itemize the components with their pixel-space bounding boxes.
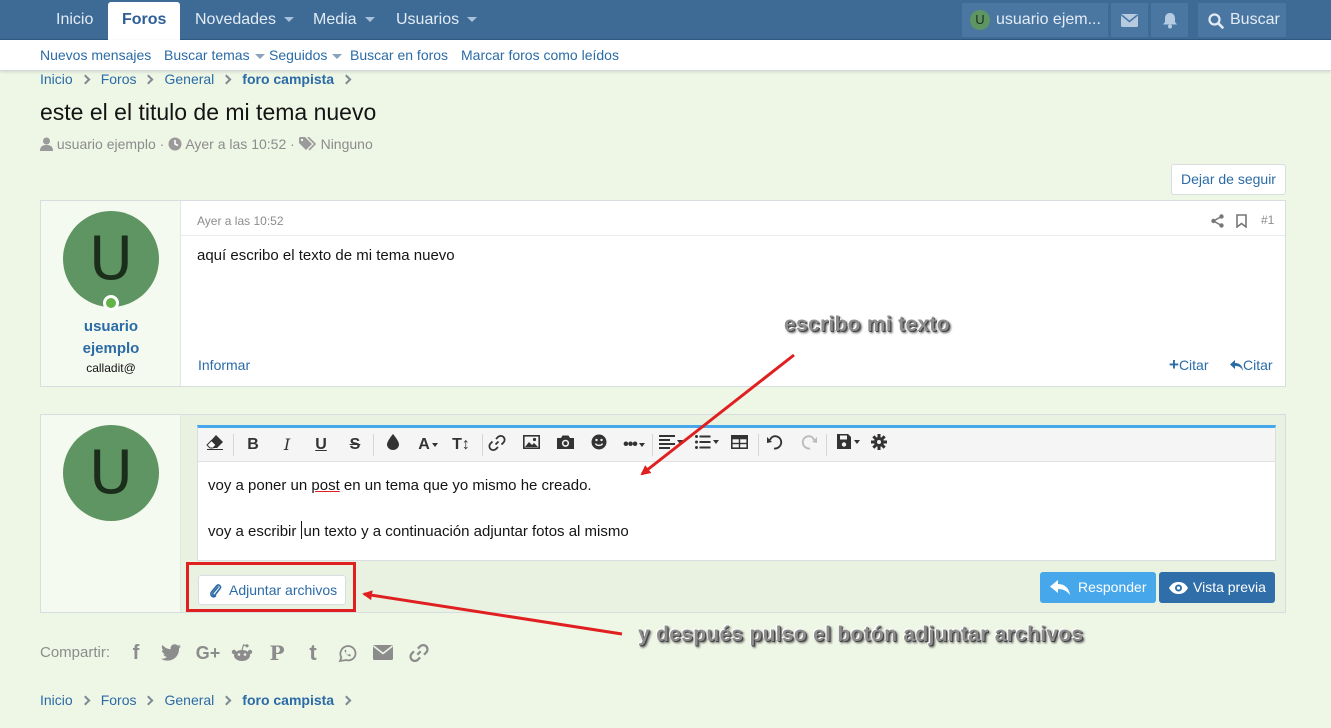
annotation-arrows bbox=[362, 353, 795, 636]
annotation-text: y después pulso el botón adjuntar archiv… bbox=[638, 623, 1084, 646]
annotation-text: escribo mi texto bbox=[784, 313, 950, 336]
annotation-arrow bbox=[640, 353, 795, 476]
annotation-arrow bbox=[362, 590, 623, 636]
